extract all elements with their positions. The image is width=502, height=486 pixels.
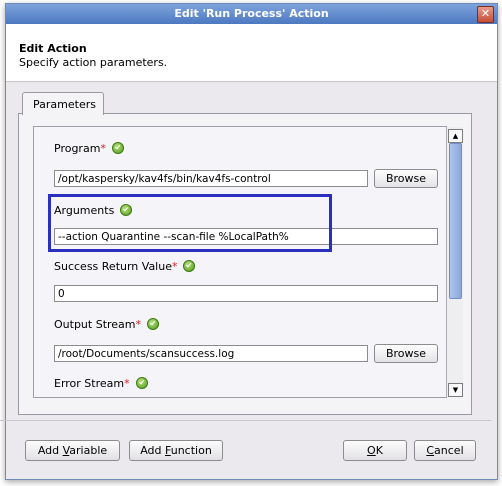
valid-check-icon xyxy=(111,142,124,154)
error-stream-label: Error Stream* xyxy=(54,377,148,390)
ok-suffix: K xyxy=(375,444,383,457)
tab-parameters-label: Parameters xyxy=(33,98,96,111)
add-function-prefix: Add xyxy=(140,444,165,457)
required-marker: * xyxy=(100,142,106,155)
required-marker: * xyxy=(124,377,130,390)
valid-check-icon xyxy=(183,260,196,272)
success-return-label-text: Success Return Value xyxy=(54,260,172,273)
output-stream-browse-button[interactable]: Browse xyxy=(374,344,438,363)
form-scrollbar[interactable]: ▲ ▼ xyxy=(446,127,463,397)
button-bar-divider xyxy=(0,420,491,421)
required-marker: * xyxy=(135,318,142,331)
valid-check-icon xyxy=(135,377,148,389)
title-bar[interactable]: Edit 'Run Process' Action ✕ xyxy=(6,4,497,24)
cancel-mnemonic: C xyxy=(426,444,435,457)
header-subtitle: Specify action parameters. xyxy=(19,56,168,69)
program-browse-button[interactable]: Browse xyxy=(374,169,438,188)
add-function-suffix: unction xyxy=(170,444,212,457)
tab-parameters[interactable]: Parameters xyxy=(22,92,104,115)
scroll-up-icon[interactable]: ▲ xyxy=(448,129,463,143)
ok-button[interactable]: OK xyxy=(343,440,407,461)
output-stream-label-text: Output Stream xyxy=(54,318,136,331)
scroll-down-icon[interactable]: ▼ xyxy=(448,383,463,397)
parameters-form: Program* /opt/kaspersky/kav4fs/bin/kav4f… xyxy=(33,126,447,398)
window-title: Edit 'Run Process' Action xyxy=(174,7,329,20)
dialog-header: Edit Action Specify action parameters. xyxy=(6,24,497,82)
required-marker: * xyxy=(171,260,178,273)
add-function-button[interactable]: Add Function xyxy=(129,440,223,461)
header-title: Edit Action xyxy=(19,42,87,55)
success-return-label: Success Return Value* xyxy=(54,260,196,273)
arguments-highlight-box xyxy=(48,194,332,252)
output-stream-label: Output Stream* xyxy=(54,318,160,331)
close-icon[interactable]: ✕ xyxy=(477,6,494,23)
cancel-suffix: ancel xyxy=(434,444,464,457)
program-label: Program* xyxy=(54,142,124,155)
cancel-button[interactable]: Cancel xyxy=(414,440,476,461)
ok-mnemonic: O xyxy=(367,444,376,457)
valid-check-icon xyxy=(147,318,160,330)
success-return-input[interactable]: 0 xyxy=(54,285,438,302)
add-variable-suffix: ariable xyxy=(69,444,108,457)
error-stream-label-text: Error Stream xyxy=(54,377,125,390)
scroll-thumb[interactable] xyxy=(449,143,462,299)
program-input[interactable]: /opt/kaspersky/kav4fs/bin/kav4fs-control xyxy=(54,170,368,187)
program-label-text: Program xyxy=(54,142,101,155)
add-variable-button[interactable]: Add Variable xyxy=(25,440,120,461)
output-stream-input[interactable]: /root/Documents/scansuccess.log xyxy=(54,345,368,362)
add-variable-prefix: Add xyxy=(37,444,63,457)
